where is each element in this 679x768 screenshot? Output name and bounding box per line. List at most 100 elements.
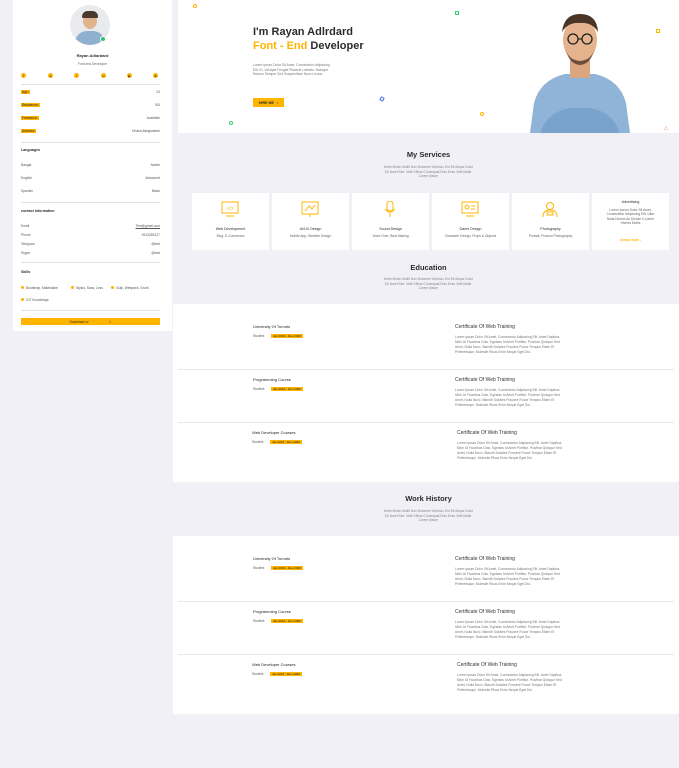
service-name: Game Design bbox=[459, 227, 482, 231]
services-subtitle: Amet Minim Mollit Non Deserunt Ullamco E… bbox=[383, 165, 474, 179]
hero-section: △ I'm Rayan Adlrdard Font - End Develope… bbox=[178, 0, 679, 133]
language-level: Advanced bbox=[145, 176, 160, 180]
service-name: UI/UX Design bbox=[299, 227, 322, 231]
instagram-icon[interactable]: ◎ bbox=[48, 73, 53, 78]
decor-square bbox=[379, 96, 385, 102]
profile-role: Font-end Developer bbox=[77, 62, 108, 66]
email-link[interactable]: Test@gmail.com bbox=[136, 224, 160, 228]
hire-me-button[interactable]: HIRE ME › bbox=[253, 98, 284, 107]
hero-description: Lorem Ipsum Dolor Sit Amet, Consectetur … bbox=[253, 63, 330, 77]
education-list: University Of Toronto Student Jan 2016 -… bbox=[173, 304, 679, 482]
hero-title-rest: Developer bbox=[307, 40, 364, 52]
service-card[interactable]: Game Design Character Design, Props & Ob… bbox=[432, 193, 509, 250]
service-name: Photography bbox=[540, 227, 561, 231]
work-title: Work History bbox=[405, 494, 452, 503]
hero-title: Font - End Developer bbox=[253, 40, 364, 52]
language-level: Native bbox=[150, 163, 160, 167]
arrow-right-icon: › bbox=[276, 100, 279, 105]
entry-label: Student bbox=[253, 619, 265, 623]
online-status-dot bbox=[100, 36, 106, 42]
contact-label: Skype bbox=[21, 251, 31, 255]
info-value: 24 bbox=[156, 90, 160, 94]
service-desc: Portrait, Product Photography bbox=[528, 234, 573, 238]
info-value: Available bbox=[146, 116, 160, 120]
language-name: Bangla bbox=[21, 163, 32, 167]
service-name: Web Development bbox=[215, 227, 246, 231]
service-card-advertising[interactable]: Advertising Lorem Ipsum Dolor Sit Amet, C… bbox=[592, 193, 669, 250]
date-badge: Jan 2016 - Dec 2020 bbox=[271, 387, 303, 391]
service-name: Sound Design bbox=[379, 227, 402, 231]
profile-sidebar: Rayan Adlardard Font-end Developer f ◎ t… bbox=[13, 0, 172, 331]
skill-item: Bootstrap, Materialize bbox=[21, 286, 58, 290]
order-now-link[interactable]: ORDER NOW › bbox=[620, 238, 641, 242]
languages-title: Languages bbox=[21, 148, 40, 152]
institution-name: Programming Course bbox=[253, 377, 292, 382]
contact-label: Telegram bbox=[21, 242, 35, 246]
facebook-icon[interactable]: f bbox=[21, 73, 26, 78]
divider bbox=[178, 422, 674, 423]
certificate-desc: Lorem Ipsum Dolor Sit Amet, Consectetur … bbox=[457, 673, 562, 692]
download-label: Download cv bbox=[69, 319, 89, 324]
decor-circle bbox=[480, 112, 484, 116]
hero-title-accent: Font - End bbox=[253, 40, 308, 52]
entry-label: Student bbox=[253, 334, 265, 338]
certificate-title: Certificate Of Web Training bbox=[457, 662, 517, 668]
institution-name: University Of Toronto bbox=[253, 324, 291, 329]
download-cv-button[interactable]: Download cv ⇩ bbox=[21, 318, 160, 325]
contact-value: 0913283127 bbox=[141, 233, 160, 237]
game-screen-icon bbox=[461, 201, 479, 217]
skills-title: Skills bbox=[21, 270, 31, 274]
entry-label: Student bbox=[253, 566, 265, 570]
service-card[interactable]: Sound Design Voice Over, Beat Making bbox=[352, 193, 429, 250]
divider bbox=[21, 310, 160, 311]
contact-label: Phone bbox=[21, 233, 31, 237]
services-section: My Services Amet Minim Mollit Non Deseru… bbox=[178, 150, 679, 262]
service-desc: Voice Over, Beat Making bbox=[372, 234, 409, 238]
decor-square bbox=[656, 29, 660, 33]
twitter-icon[interactable]: t bbox=[74, 73, 79, 78]
divider bbox=[21, 142, 160, 143]
work-list: University Of Toronto Student Jan 2016 -… bbox=[173, 536, 679, 714]
decor-triangle: △ bbox=[664, 125, 668, 131]
date-badge: Jan 2016 - Dec 2020 bbox=[271, 334, 303, 338]
photographer-icon bbox=[542, 202, 558, 217]
info-label: Address: bbox=[21, 129, 37, 133]
date-badge: Jan 2016 - Dec 2020 bbox=[270, 672, 302, 676]
profile-name: Rayan Adlardard bbox=[76, 53, 109, 58]
contact-value: @test bbox=[151, 251, 160, 255]
service-card[interactable]: Photography Portrait, Product Photograph… bbox=[512, 193, 589, 250]
linkedin-icon[interactable]: in bbox=[101, 73, 106, 78]
certificate-desc: Lorem Ipsum Dolor Sit Amet, Consectetur … bbox=[457, 441, 562, 460]
education-header: Education Amet Minim Mollit Non Deserunt… bbox=[178, 263, 679, 299]
service-card[interactable]: </> Web Development Blog, E-Commerce bbox=[192, 193, 269, 250]
download-icon: ⇩ bbox=[108, 319, 112, 324]
decor-square bbox=[455, 11, 459, 15]
skill-item: Stylus, Sass, Less bbox=[71, 286, 103, 290]
contact-value: @test bbox=[151, 242, 160, 246]
company-name: Web Developer Courses bbox=[252, 662, 296, 667]
service-card[interactable]: UI/UX Design Mobile App, Website Design bbox=[272, 193, 349, 250]
dribbble-icon[interactable]: ⊕ bbox=[153, 73, 158, 78]
microphone-icon bbox=[384, 201, 396, 217]
skill-item: GIT Knowledge bbox=[21, 298, 49, 302]
date-badge: Jan 2016 - Dec 2020 bbox=[271, 619, 303, 623]
certificate-desc: Lorem Ipsum Dolor Sit Amet, Consectetur … bbox=[455, 335, 560, 354]
divider bbox=[178, 601, 674, 602]
certificate-title: Certificate Of Web Training bbox=[457, 430, 517, 436]
entry-label: Student bbox=[253, 387, 265, 391]
services-title: My Services bbox=[406, 150, 451, 159]
info-value: Dhaka,Bangladesh bbox=[132, 129, 160, 133]
company-name: University Of Toronto bbox=[253, 556, 291, 561]
decor-circle bbox=[229, 121, 233, 125]
work-header: Work History Amet Minim Mollit Non Deser… bbox=[178, 494, 679, 530]
service-desc: Blog, E-Commerce bbox=[216, 234, 245, 238]
skill-item: Gulp, Webpack, Grunt bbox=[111, 286, 149, 290]
work-subtitle: Amet Minim Mollit Non Deserunt Ullamco E… bbox=[383, 509, 474, 523]
info-label: Age: bbox=[21, 90, 30, 94]
youtube-icon[interactable]: ▶ bbox=[127, 73, 132, 78]
institution-name: Web Developer Courses bbox=[252, 430, 296, 435]
certificate-title: Certificate Of Web Training bbox=[455, 324, 515, 330]
decor-circle bbox=[193, 4, 197, 8]
divider bbox=[21, 262, 160, 263]
date-badge: Jan 2016 - Dec 2020 bbox=[271, 566, 303, 570]
